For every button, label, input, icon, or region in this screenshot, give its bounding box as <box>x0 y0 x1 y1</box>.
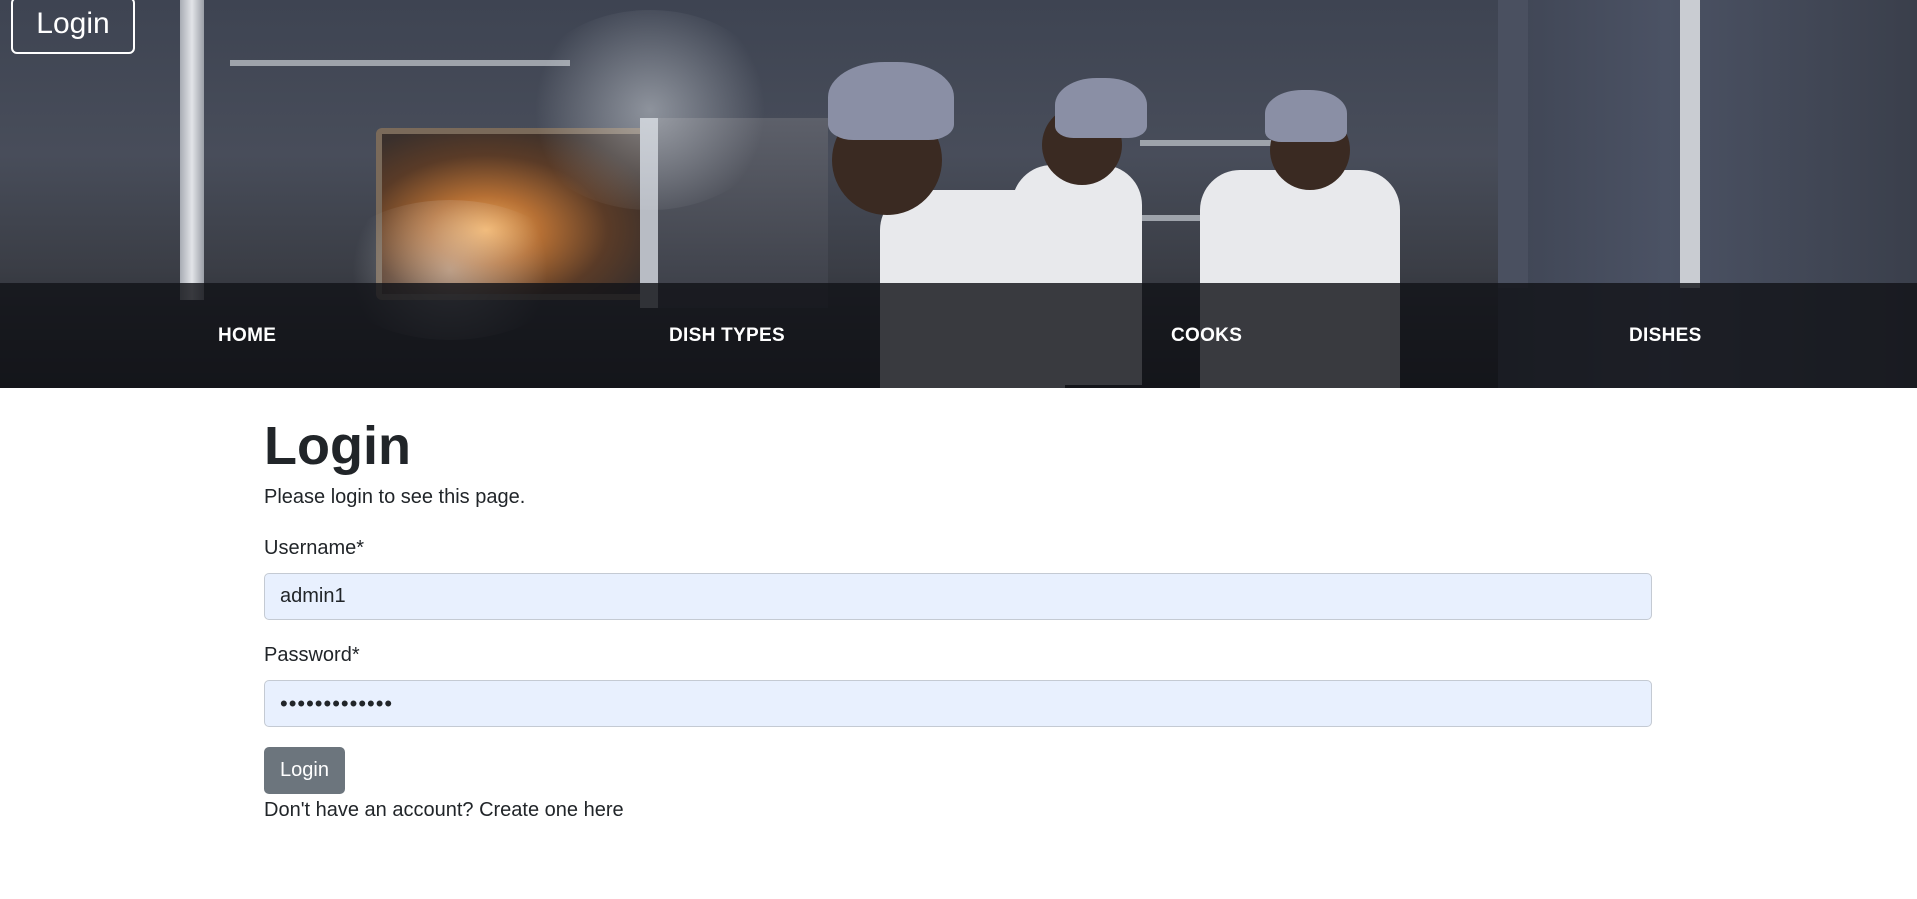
hero-shelf <box>230 60 570 66</box>
login-submit-button[interactable]: Login <box>264 747 345 794</box>
password-input[interactable] <box>264 680 1652 727</box>
nav-cooks-link[interactable]: COOKS <box>1171 283 1242 388</box>
nav-dishes-link[interactable]: DISHES <box>1629 283 1702 388</box>
password-label: Password* <box>264 644 360 666</box>
create-account-link[interactable]: Create one here <box>479 799 624 821</box>
username-label: Username* <box>264 537 365 559</box>
login-subtitle: Please login to see this page. <box>264 486 526 508</box>
hero-background-pillar <box>1498 0 1528 288</box>
username-input[interactable] <box>264 573 1652 620</box>
signup-prompt-text: Don't have an account? <box>264 799 480 821</box>
hero-background-pillar <box>1680 0 1700 288</box>
hero-background-pillar <box>180 0 204 300</box>
signup-prompt: Don't have an account? Create one here <box>264 799 624 822</box>
hero-shelf <box>1140 140 1290 146</box>
hero-banner: HOME DISH TYPES COOKS DISHES Login <box>0 0 1917 388</box>
hero-steam <box>520 10 780 210</box>
nav-dish-types-link[interactable]: DISH TYPES <box>669 283 785 388</box>
login-header-button[interactable]: Login <box>11 0 135 54</box>
nav-home-link[interactable]: HOME <box>218 283 276 388</box>
main-navbar: HOME DISH TYPES COOKS DISHES <box>0 283 1917 388</box>
page-title: Login <box>264 416 411 476</box>
